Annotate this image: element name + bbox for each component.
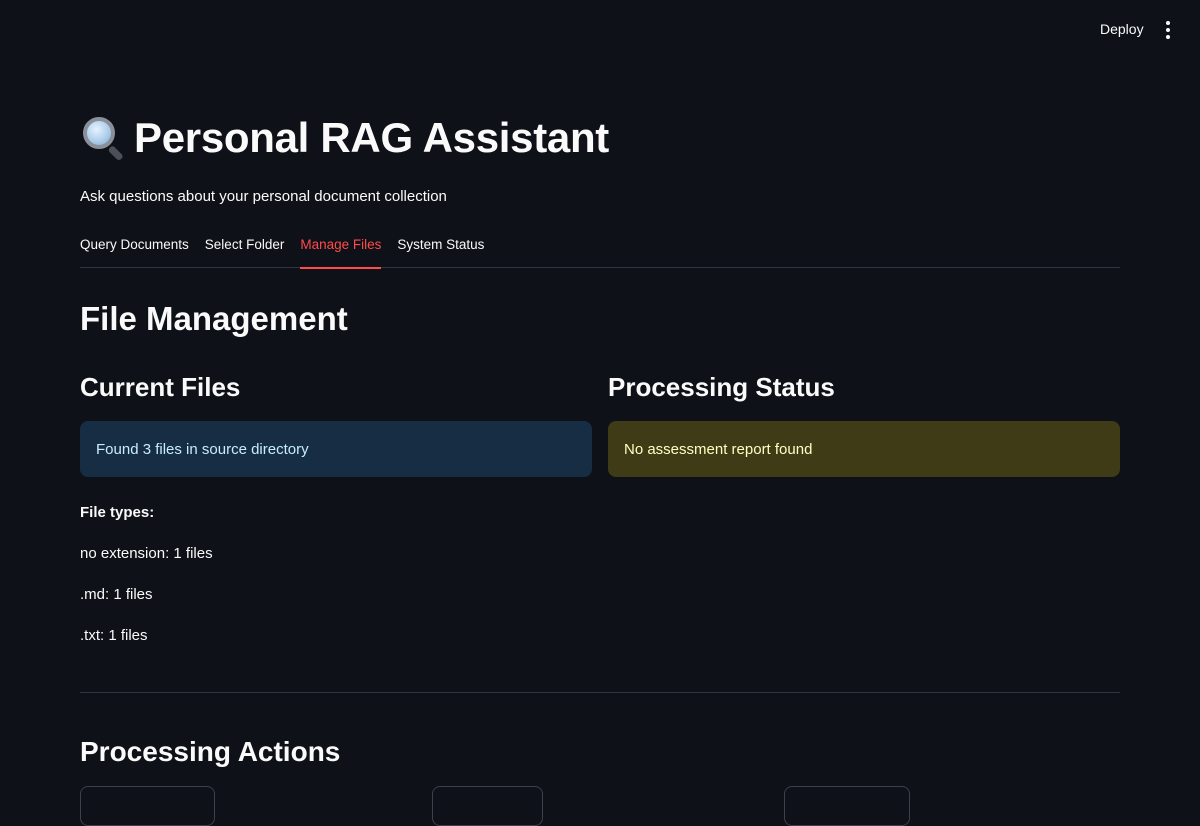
app-header: Personal RAG Assistant <box>80 114 609 162</box>
app-title: Personal RAG Assistant <box>134 114 609 161</box>
current-files-column: Current Files Found 3 files in source di… <box>80 372 592 644</box>
deploy-button[interactable]: Deploy <box>1092 19 1152 39</box>
tab-bar: Query Documents Select Folder Manage Fil… <box>80 232 1120 269</box>
files-info-text: Found 3 files in source directory <box>96 440 309 458</box>
processing-action-button[interactable] <box>432 786 543 826</box>
tab-select-folder[interactable]: Select Folder <box>205 232 285 268</box>
processing-actions-heading: Processing Actions <box>80 736 341 767</box>
tab-system-status[interactable]: System Status <box>397 232 484 268</box>
current-files-heading: Current Files <box>80 372 241 402</box>
page-title: File Management <box>80 300 348 337</box>
more-options-icon[interactable] <box>1158 19 1178 41</box>
file-type-item: no extension: 1 files <box>80 545 213 562</box>
tab-manage-files[interactable]: Manage Files <box>300 232 382 269</box>
assessment-warning-text: No assessment report found <box>624 440 813 458</box>
search-icon <box>80 114 128 162</box>
file-types-label: File types: <box>80 504 155 521</box>
tab-query-documents[interactable]: Query Documents <box>80 232 189 268</box>
file-type-item: .txt: 1 files <box>80 627 148 644</box>
processing-status-column: Processing Status No assessment report f… <box>608 372 1120 477</box>
file-type-item: .md: 1 files <box>80 586 153 603</box>
section-divider <box>80 692 1120 693</box>
files-info-alert: Found 3 files in source directory <box>80 421 592 477</box>
top-toolbar: Deploy <box>0 0 1200 60</box>
processing-action-button[interactable] <box>784 786 910 826</box>
processing-status-heading: Processing Status <box>608 372 835 402</box>
processing-action-button[interactable] <box>80 786 215 826</box>
assessment-warning-alert: No assessment report found <box>608 421 1120 477</box>
app-subtitle: Ask questions about your personal docume… <box>80 188 447 205</box>
